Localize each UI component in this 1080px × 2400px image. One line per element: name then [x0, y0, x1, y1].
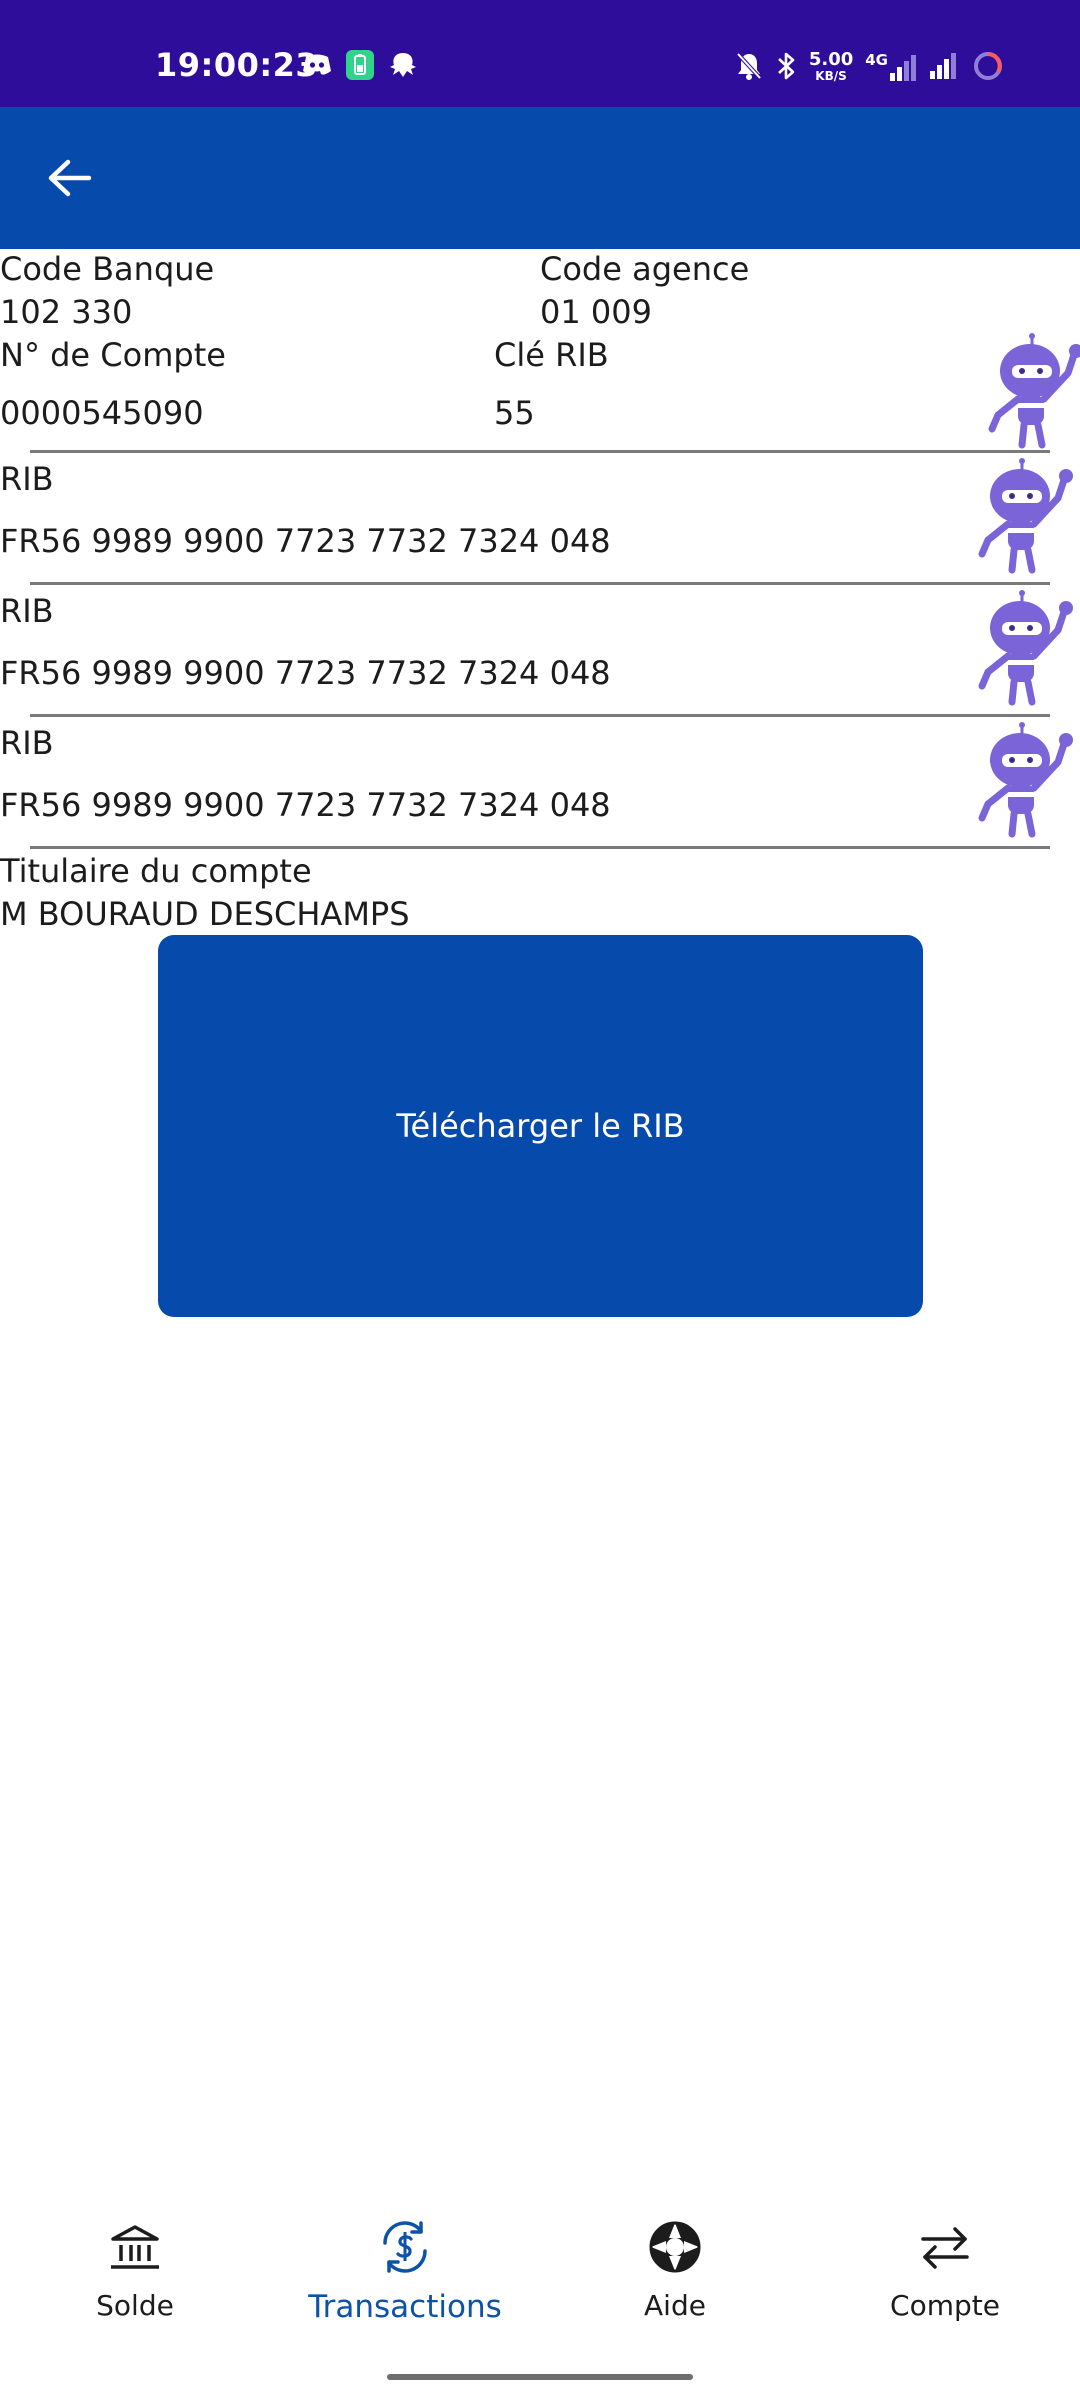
code-banque-value: 102 330: [0, 293, 133, 331]
arrow-left-icon: [48, 159, 92, 197]
titulaire-label: Titulaire du compte: [0, 852, 312, 890]
nav-label-solde: Solde: [96, 2289, 174, 2322]
rib-label: RIB: [0, 592, 54, 630]
numero-compte-label: N° de Compte: [0, 336, 226, 374]
network-speed: 5.00 KB/S: [809, 51, 853, 85]
cle-rib-label: Clé RIB: [494, 336, 609, 374]
discord-icon: [302, 53, 332, 81]
divider: [30, 582, 1050, 585]
rib-value: FR56 9989 9900 7723 7732 7324 048: [0, 786, 611, 824]
download-rib-button[interactable]: Télécharger le RIB: [158, 935, 923, 1317]
cle-rib-value: 55: [494, 394, 535, 432]
status-bar: 19:00:23 5.00 KB/S 4G: [0, 0, 1080, 107]
lifebuoy-icon: [643, 2215, 707, 2279]
back-button[interactable]: [38, 147, 100, 209]
transfer-arrows-icon: [913, 2215, 977, 2279]
rib-label: RIB: [0, 460, 54, 498]
robot-mascot-icon: [988, 333, 1080, 449]
signal-icon: 4G: [865, 51, 918, 81]
robot-mascot-icon: [978, 590, 1073, 706]
dollar-cycle-icon: [373, 2215, 437, 2279]
nav-label-compte: Compte: [890, 2289, 1000, 2322]
robot-mascot-icon: [978, 722, 1073, 838]
nav-item-transactions[interactable]: Transactions: [270, 2215, 540, 2345]
code-agence-label: Code agence: [540, 250, 750, 288]
app-bar: [0, 107, 1080, 249]
numero-compte-value: 0000545090: [0, 394, 204, 432]
nav-item-aide[interactable]: Aide: [540, 2215, 810, 2345]
network-type: 4G: [865, 51, 888, 69]
home-indicator[interactable]: [387, 2374, 693, 2380]
signal-icon: [930, 53, 960, 83]
divider: [30, 714, 1050, 717]
status-icons-right: 5.00 KB/S 4G: [735, 50, 1004, 86]
bottom-nav: Solde Transactions Aide Compte: [0, 2215, 1080, 2345]
rib-value: FR56 9989 9900 7723 7732 7324 048: [0, 522, 611, 560]
nav-item-solde[interactable]: Solde: [0, 2215, 270, 2345]
status-time: 19:00:23: [155, 46, 319, 84]
bell-muted-icon: [735, 51, 763, 85]
speed-value: 5.00: [808, 49, 854, 70]
divider: [30, 846, 1050, 849]
speed-unit: KB/S: [815, 69, 847, 83]
rib-label: RIB: [0, 724, 54, 762]
nav-item-compte[interactable]: Compte: [810, 2215, 1080, 2345]
titulaire-value: M BOURAUD DESCHAMPS: [0, 895, 410, 933]
nav-label-aide: Aide: [644, 2289, 706, 2322]
rib-value: FR56 9989 9900 7723 7732 7324 048: [0, 654, 611, 692]
robot-mascot-icon: [978, 458, 1073, 574]
battery-saver-icon: [346, 50, 374, 84]
bank-icon: [103, 2215, 167, 2279]
loading-ring-icon: [972, 50, 1004, 86]
bluetooth-icon: [775, 51, 797, 85]
status-icons-left: [302, 50, 418, 84]
code-banque-label: Code Banque: [0, 250, 215, 288]
nav-label-transactions: Transactions: [308, 2289, 502, 2325]
divider: [30, 450, 1050, 453]
code-agence-value: 01 009: [540, 293, 652, 331]
octopus-icon: [388, 51, 418, 83]
